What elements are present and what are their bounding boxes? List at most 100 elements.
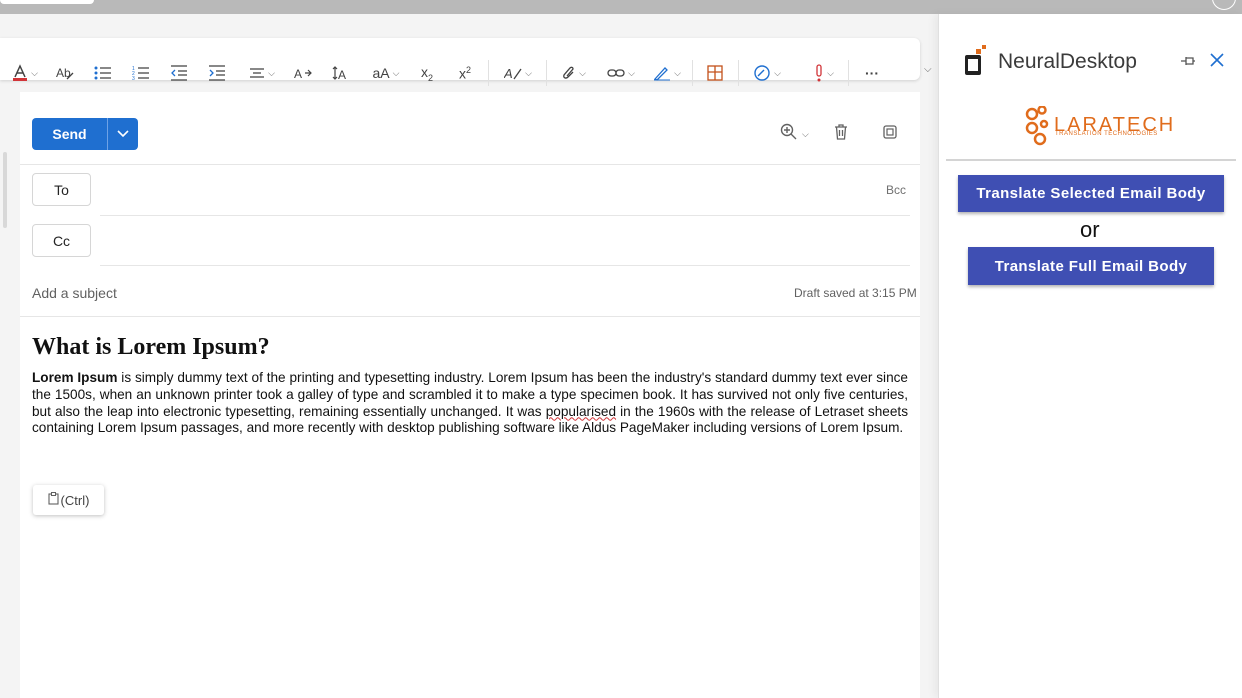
chevron-down-icon: ⌵ [628, 67, 635, 78]
panel-divider [946, 159, 1236, 161]
cc-field-underline [100, 265, 910, 266]
decrease-indent-icon [170, 65, 188, 81]
increase-indent-icon [208, 65, 226, 81]
left-scroll-strip [0, 92, 20, 698]
bullets-button[interactable] [90, 52, 116, 94]
chevron-down-icon: ⌵ [392, 67, 400, 78]
editor-icon [753, 64, 771, 82]
chevron-down-icon [117, 125, 129, 143]
styles-button[interactable]: A ⌵ [498, 52, 538, 94]
svg-text:A: A [338, 68, 346, 81]
pin-icon[interactable] [1180, 54, 1196, 70]
font-size-icon: aA [372, 65, 390, 81]
ribbon-expand-chevron-icon[interactable]: ⌵ [924, 64, 932, 75]
chevron-down-icon: ⌵ [579, 67, 586, 78]
pop-out-button[interactable] [882, 124, 898, 144]
numbering-icon: 123 [132, 65, 150, 81]
profile-circle-icon[interactable] [1212, 0, 1236, 10]
send-button-group: Send [32, 118, 138, 150]
svg-text:A: A [504, 66, 513, 81]
superscript-button[interactable]: x2 [452, 52, 478, 94]
cc-button[interactable]: Cc [32, 224, 91, 257]
signature-button[interactable]: ⌵ [648, 52, 686, 94]
font-color-icon [12, 64, 28, 82]
to-field-underline [100, 215, 910, 216]
or-separator: or [1080, 217, 1100, 242]
close-icon[interactable] [1210, 50, 1224, 73]
styles-icon: A [504, 65, 522, 81]
divider [20, 316, 920, 317]
send-button[interactable]: Send [32, 118, 107, 150]
ribbon-divider [692, 60, 693, 86]
logo-subtext: TRANSLATION TECHNOLOGIES [1055, 131, 1158, 137]
translate-selected-button[interactable]: Translate Selected Email Body [958, 175, 1224, 212]
svg-text:A: A [294, 67, 302, 81]
to-button[interactable]: To [32, 173, 91, 206]
pop-out-icon [882, 124, 898, 145]
message-body[interactable]: Lorem Ipsum is simply dummy text of the … [32, 370, 908, 437]
draft-status: Draft saved at 3:15 PM [794, 286, 917, 300]
link-icon [607, 67, 625, 79]
more-options-icon: ··· [865, 65, 879, 81]
chevron-down-icon: ⌵ [802, 128, 809, 139]
svg-text:3: 3 [132, 76, 135, 81]
paste-options-label: (Ctrl) [60, 492, 90, 508]
clipboard-icon [47, 492, 59, 508]
trash-icon [834, 123, 848, 145]
divider [20, 164, 920, 165]
zoom-button[interactable]: ⌵ [780, 123, 809, 146]
scrollbar-thumb[interactable] [3, 152, 7, 228]
attach-button[interactable]: ⌵ [556, 52, 592, 94]
paragraph-spacing-icon: A [332, 65, 350, 81]
window-top-bar [0, 0, 1242, 14]
neuraldesktop-app-icon [962, 45, 988, 82]
chevron-down-icon: ⌵ [268, 67, 275, 78]
chevron-down-icon: ⌵ [31, 67, 38, 78]
decrease-indent-button[interactable] [166, 52, 192, 94]
paste-options-button[interactable]: (Ctrl) [33, 485, 104, 515]
bcc-link[interactable]: Bcc [886, 183, 906, 197]
ribbon-divider [738, 60, 739, 86]
superscript-icon: x2 [458, 64, 471, 82]
numbering-button[interactable]: 123 [128, 52, 154, 94]
panel-title: NeuralDesktop [998, 50, 1137, 73]
bullets-icon [94, 65, 112, 81]
importance-icon [814, 64, 824, 82]
discard-button[interactable] [834, 123, 848, 145]
body-lead-bold: Lorem Ipsum [32, 370, 118, 385]
body-heading: What is Lorem Ipsum? [32, 334, 270, 360]
align-button[interactable]: ⌵ [242, 52, 282, 94]
font-color-button[interactable]: ⌵ [8, 52, 42, 94]
increase-indent-button[interactable] [204, 52, 230, 94]
clear-formatting-button[interactable]: Ab [52, 52, 78, 94]
send-options-dropdown[interactable] [107, 118, 138, 150]
importance-button[interactable]: ⌵ [806, 52, 842, 94]
font-size-button[interactable]: aA ⌵ [366, 52, 406, 94]
chevron-down-icon: ⌵ [774, 67, 781, 78]
attach-icon [562, 65, 576, 81]
insert-table-button[interactable] [702, 52, 728, 94]
clear-formatting-icon: Ab [56, 65, 74, 81]
ribbon-divider [488, 60, 489, 86]
line-spacing-icon: A [294, 65, 312, 81]
subscript-icon: x2 [420, 63, 433, 83]
more-options-button[interactable]: ··· [858, 52, 886, 94]
zoom-in-icon [780, 123, 798, 146]
translate-full-button[interactable]: Translate Full Email Body [968, 247, 1214, 285]
chevron-down-icon: ⌵ [525, 67, 532, 78]
ribbon-divider [848, 60, 849, 86]
align-icon [249, 67, 265, 79]
ribbon-divider [546, 60, 547, 86]
editor-button[interactable]: ⌵ [748, 52, 786, 94]
subscript-button[interactable]: x2 [414, 52, 440, 94]
spelling-error-word[interactable]: popularised [546, 404, 616, 419]
chevron-down-icon: ⌵ [827, 67, 834, 78]
subject-input[interactable]: Add a subject [32, 285, 117, 301]
paragraph-spacing-button[interactable]: A [328, 52, 354, 94]
link-button[interactable]: ⌵ [602, 52, 640, 94]
line-spacing-button[interactable]: A [290, 52, 316, 94]
browser-tab-stub[interactable] [0, 0, 94, 4]
chevron-down-icon: ⌵ [674, 67, 681, 78]
signature-icon [653, 65, 671, 81]
insert-table-icon [707, 65, 723, 81]
